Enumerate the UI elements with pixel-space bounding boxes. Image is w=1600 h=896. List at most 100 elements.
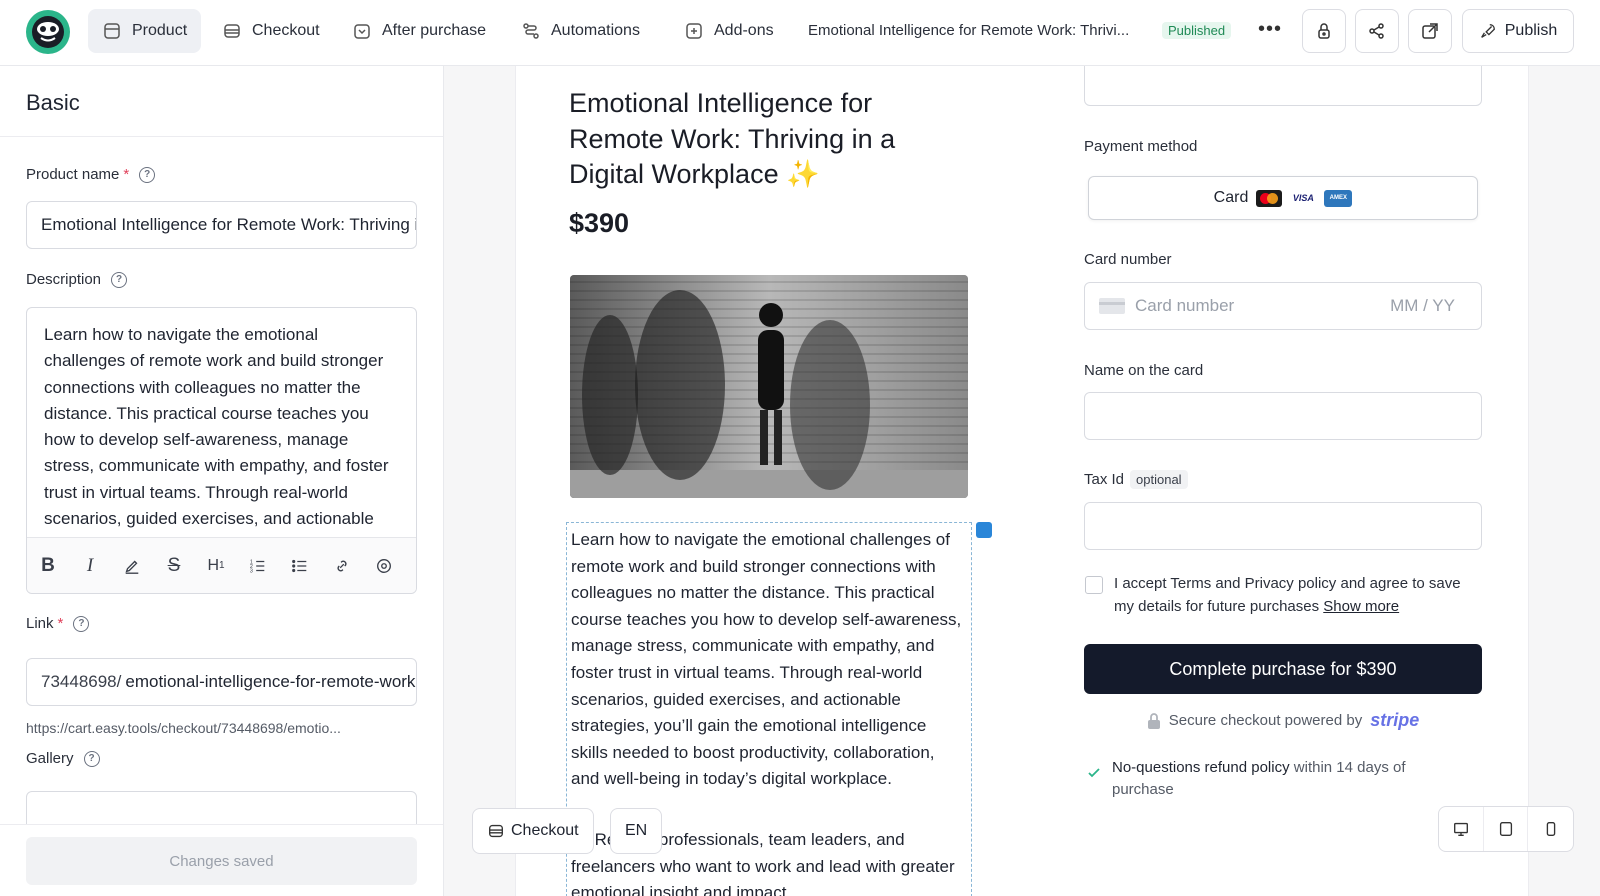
- formatting-toolbar: B I S H1 123: [27, 537, 416, 593]
- save-bar: Changes saved: [0, 824, 443, 896]
- top-navigation: Product Checkout After purchase Automati…: [0, 0, 1600, 66]
- app-logo[interactable]: [26, 10, 70, 54]
- share-icon: [1369, 23, 1384, 39]
- help-icon[interactable]: ?: [83, 750, 100, 767]
- nav-tab-label: Add-ons: [714, 22, 774, 39]
- label-text: Gallery: [26, 750, 74, 767]
- automations-icon: [523, 23, 539, 39]
- open-external-button[interactable]: [1408, 9, 1452, 53]
- visa-icon: VISA: [1292, 193, 1314, 203]
- device-switcher: [1438, 806, 1574, 852]
- external-link-icon: [1422, 23, 1438, 39]
- share-button[interactable]: [1355, 9, 1399, 53]
- ordered-list-icon[interactable]: 123: [237, 546, 279, 586]
- nav-tab-checkout[interactable]: Checkout: [208, 9, 334, 53]
- nav-tab-label: After purchase: [382, 22, 487, 39]
- terms-checkbox[interactable]: [1085, 576, 1103, 594]
- email-field[interactable]: [1084, 66, 1482, 106]
- payment-method-label: Payment method: [1084, 138, 1198, 155]
- product-title-breadcrumb: Emotional Intelligence for Remote Work: …: [808, 22, 1130, 39]
- stripe-logo: stripe: [1370, 710, 1420, 730]
- bullet-list-icon[interactable]: [279, 546, 321, 586]
- strikethrough-icon[interactable]: S: [153, 546, 195, 586]
- nav-tab-product[interactable]: Product: [88, 9, 202, 53]
- tax-id-input[interactable]: [1084, 502, 1482, 550]
- checkout-icon: [224, 24, 240, 38]
- optional-badge: optional: [1130, 470, 1188, 489]
- checkout-view-button[interactable]: Checkout: [472, 808, 594, 854]
- mobile-view-button[interactable]: [1528, 807, 1573, 851]
- settings-panel: Basic Product name * ? Emotional Intelli…: [0, 66, 444, 896]
- card-number-input[interactable]: Card number MM / YY: [1084, 282, 1482, 330]
- lock-icon: [1147, 712, 1160, 729]
- name-on-card-label: Name on the card: [1084, 362, 1204, 379]
- secure-text: Secure checkout powered by: [1168, 712, 1363, 729]
- checkout-url[interactable]: https://cart.easy.tools/checkout/7344869…: [26, 720, 418, 736]
- label-text: Tax Id: [1084, 471, 1125, 488]
- nav-tab-label: Automations: [551, 22, 640, 39]
- link-label: Link * ?: [26, 615, 90, 632]
- terms-text: I accept Terms and Privacy policy and ag…: [1114, 573, 1484, 618]
- preview-product-title: Emotional Intelligence for Remote Work: …: [569, 88, 896, 189]
- more-options-button[interactable]: •••: [1258, 18, 1282, 41]
- changes-saved-button[interactable]: Changes saved: [26, 837, 417, 885]
- italic-icon[interactable]: I: [69, 546, 111, 586]
- credit-card-icon: [1099, 298, 1125, 314]
- refund-bold: No-questions refund policy: [1112, 759, 1290, 776]
- rocket-icon: [1480, 24, 1495, 38]
- heading-icon[interactable]: H1: [195, 546, 237, 586]
- checkout-icon: [489, 824, 503, 838]
- description-label: Description ?: [26, 271, 128, 288]
- terms-label: I accept Terms and Privacy policy and ag…: [1114, 575, 1461, 615]
- required-mark: *: [123, 166, 130, 183]
- help-icon[interactable]: ?: [73, 615, 90, 632]
- description-textarea[interactable]: Learn how to navigate the emotional chal…: [44, 322, 394, 534]
- link-prefix: 73448698/: [41, 672, 122, 691]
- gallery-label: Gallery ?: [26, 750, 100, 767]
- product-icon: [104, 23, 120, 39]
- status-badge: Published: [1162, 22, 1232, 39]
- name-on-card-input[interactable]: [1084, 392, 1482, 440]
- link-slug[interactable]: emotional-intelligence-for-remote-work: [125, 672, 415, 692]
- language-button[interactable]: EN: [610, 808, 663, 854]
- tablet-icon: [1499, 822, 1512, 836]
- nav-tab-add-ons[interactable]: Add-ons: [670, 9, 788, 53]
- publish-label: Publish: [1504, 22, 1558, 39]
- description-editor[interactable]: Learn how to navigate the emotional chal…: [26, 307, 417, 594]
- product-name-input[interactable]: Emotional Intelligence for Remote Work: …: [26, 201, 417, 249]
- complete-purchase-button[interactable]: Complete purchase for $390: [1084, 644, 1482, 694]
- section-title: Basic: [26, 90, 80, 115]
- edit-block-icon[interactable]: [976, 522, 992, 538]
- help-icon[interactable]: ?: [111, 271, 128, 288]
- lock-button[interactable]: [1302, 9, 1346, 53]
- label-text: Link: [26, 615, 54, 632]
- after-purchase-icon: [354, 24, 370, 39]
- show-more-link[interactable]: Show more: [1323, 598, 1399, 615]
- preview-description: Learn how to navigate the emotional chal…: [571, 530, 962, 789]
- checkout-pill-label: Checkout: [511, 822, 579, 839]
- nav-tab-automations[interactable]: Automations: [507, 9, 654, 53]
- lock-icon: [1318, 23, 1330, 39]
- emoji-icon[interactable]: [363, 546, 405, 586]
- mastercard-icon: [1256, 189, 1283, 207]
- publish-button[interactable]: Publish: [1462, 9, 1574, 53]
- link-input[interactable]: 73448698/ emotional-intelligence-for-rem…: [26, 658, 417, 706]
- expiry-placeholder[interactable]: MM / YY: [1390, 296, 1455, 316]
- help-icon[interactable]: ?: [139, 166, 156, 183]
- link-icon[interactable]: [321, 546, 363, 586]
- tax-id-label: Tax Id optional: [1084, 470, 1188, 489]
- tablet-view-button[interactable]: [1484, 807, 1529, 851]
- nav-tab-label: Checkout: [252, 22, 320, 39]
- nav-tab-label: Product: [132, 22, 188, 39]
- payment-method-card[interactable]: Card VISA AMEX: [1088, 176, 1478, 220]
- check-icon: [1088, 768, 1100, 778]
- nav-tab-after-purchase[interactable]: After purchase: [338, 9, 500, 53]
- bold-icon[interactable]: B: [27, 546, 69, 586]
- desktop-icon: [1453, 822, 1468, 836]
- mobile-icon: [1546, 822, 1555, 836]
- desktop-view-button[interactable]: [1439, 807, 1484, 851]
- refund-policy: No-questions refund policy within 14 day…: [1112, 757, 1462, 801]
- preview-canvas: Emotional Intelligence for Remote Work: …: [444, 66, 1600, 896]
- card-label: Card: [1213, 189, 1249, 206]
- highlight-icon[interactable]: [111, 546, 153, 586]
